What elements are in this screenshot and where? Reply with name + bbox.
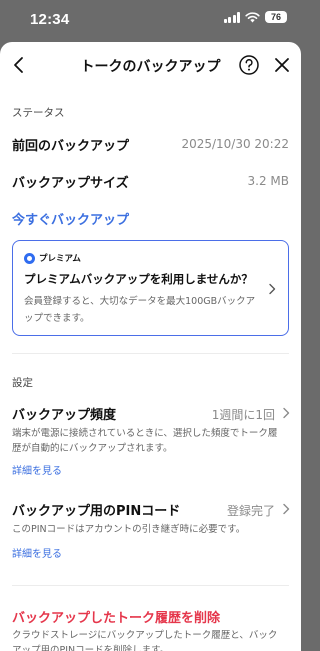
help-icon[interactable] (238, 54, 260, 76)
status-bar: 12:34 76 (0, 0, 301, 42)
premium-icon (24, 252, 35, 264)
backup-pin-value: 登録完了 (226, 504, 275, 518)
pin-details-link[interactable]: 詳細を見る (12, 545, 62, 560)
backup-frequency-description: 端末が電源に接続されているときに、選択した頻度でトーク履歴が自動的にバックアップ… (12, 428, 278, 454)
battery-indicator: 76 (265, 11, 287, 23)
wifi-icon (245, 11, 260, 22)
chevron-right-icon (283, 503, 290, 515)
last-backup-value: 2025/10/30 20:22 (181, 137, 289, 151)
status-icons: 76 (223, 11, 287, 23)
divider (12, 585, 289, 586)
divider (12, 353, 289, 354)
delete-backup-button[interactable]: バックアップしたトーク履歴を削除 (12, 607, 220, 626)
frequency-details-link[interactable]: 詳細を見る (12, 462, 62, 477)
nav-bar: トークのバックアップ (0, 42, 301, 88)
section-label-settings: 設定 (12, 377, 33, 389)
cellular-signal-icon (223, 11, 240, 23)
close-icon[interactable] (272, 55, 292, 75)
premium-badge: プレミアム (24, 252, 81, 264)
backup-size-label: バックアップサイズ (12, 176, 129, 191)
backup-pin-description: このPINコードはアカウントの引き継ぎ時に必要です。 (12, 524, 246, 535)
chevron-right-icon (283, 407, 290, 419)
status-time: 12:34 (30, 11, 70, 28)
premium-description: 会員登録すると、大切なデータを最大100GBバックアップできます。 (24, 296, 256, 324)
chevron-right-icon (269, 283, 276, 295)
backup-frequency-label[interactable]: バックアップ頻度 (12, 404, 116, 423)
premium-title: プレミアムバックアップを利用しませんか？ (24, 272, 253, 286)
premium-backup-card[interactable]: プレミアム プレミアムバックアップを利用しませんか？ 会員登録すると、大切なデー… (12, 240, 289, 336)
backup-now-button[interactable]: 今すぐバックアップ (12, 209, 129, 228)
premium-badge-label: プレミアム (39, 254, 81, 264)
backup-frequency-value: 1週間に1回 (211, 408, 275, 422)
backup-size-value: 3.2 MB (247, 174, 289, 188)
section-label-status: ステータス (12, 107, 65, 119)
backup-sheet: トークのバックアップ ステータス 前回のバックアップ 2025/10/30 20… (0, 42, 301, 651)
backup-pin-label[interactable]: バックアップ用のPINコード (12, 500, 180, 519)
delete-backup-description: クラウドストレージにバックアップしたトーク履歴と、バックアップ用のPINコードを… (12, 630, 278, 651)
last-backup-label: 前回のバックアップ (12, 139, 130, 154)
